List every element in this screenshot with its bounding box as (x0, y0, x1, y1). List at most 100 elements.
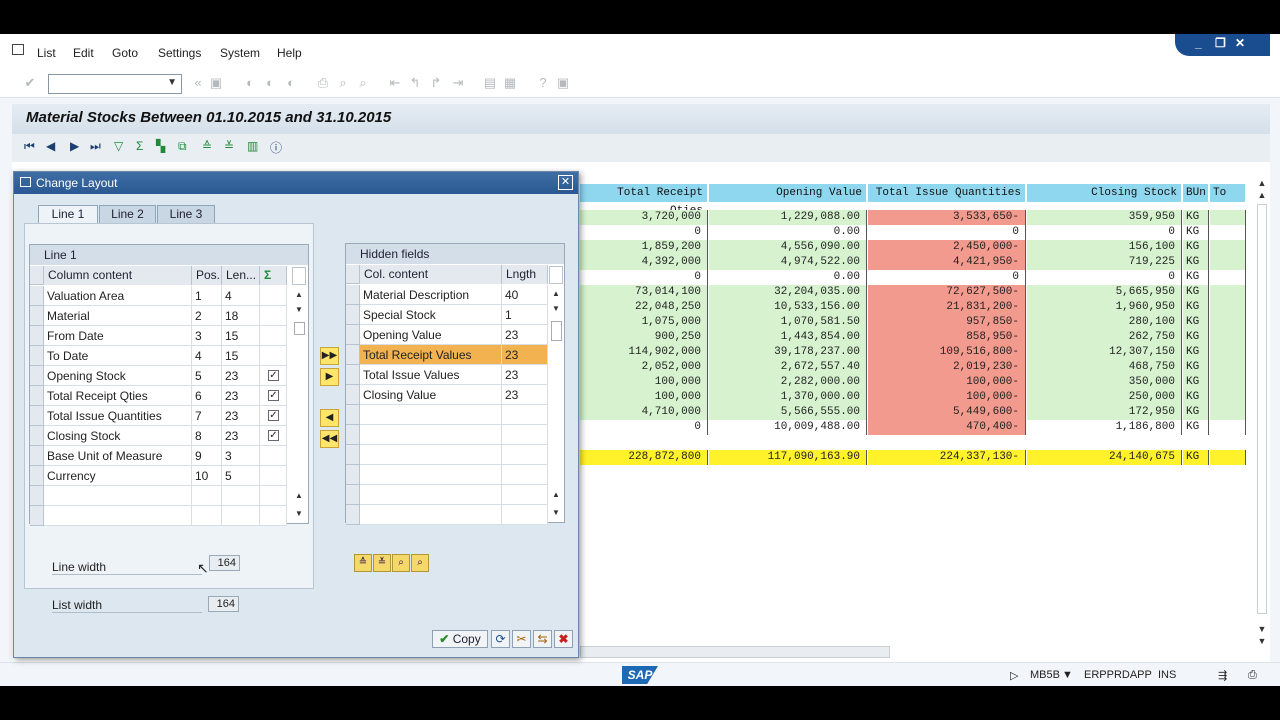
cell-len[interactable]: 15 (222, 326, 260, 346)
scrollbar-thumb[interactable] (1257, 204, 1267, 614)
report-cell-receipt[interactable]: 0 (580, 270, 708, 285)
report-cell-to[interactable] (1210, 315, 1246, 330)
report-cell-bun[interactable]: KG (1183, 360, 1209, 375)
tab-line-3[interactable]: Line 3 (157, 205, 215, 223)
filter-icon[interactable]: ▽ (114, 139, 123, 153)
sort-ascending-button[interactable]: ≙ (354, 554, 372, 572)
report-cell-closing[interactable]: 0 (1027, 225, 1182, 240)
report-cell-bun[interactable]: KG (1183, 240, 1209, 255)
report-cell-closing[interactable]: 350,000 (1027, 375, 1182, 390)
subtotal-icon[interactable]: ▚ (156, 139, 165, 153)
col-header-bun[interactable]: BUn (1183, 184, 1209, 202)
report-cell-receipt[interactable]: 900,250 (580, 330, 708, 345)
cell-pos[interactable]: 1 (192, 286, 222, 306)
hidden-cell-content[interactable]: Opening Value (360, 325, 502, 345)
find-icon[interactable]: ⌕ (335, 75, 351, 91)
col-header-receipt[interactable]: Total Receipt Qties (580, 184, 708, 217)
cancel-icon[interactable]: ◐ (283, 75, 299, 91)
hidden-cell-len[interactable] (502, 405, 548, 425)
refresh-button[interactable]: ⟳ (491, 630, 510, 648)
report-cell-receipt[interactable]: 2,052,000 (580, 360, 708, 375)
back-icon[interactable]: ◐ (242, 75, 258, 91)
scroll-down-icon[interactable]: ▼ (292, 305, 306, 314)
report-cell-receipt[interactable]: 4,392,000 (580, 255, 708, 270)
tab-line-2[interactable]: Line 2 (99, 205, 156, 223)
report-cell-issue[interactable]: 2,019,230- (868, 360, 1026, 375)
report-cell-opening[interactable]: 0.00 (709, 225, 867, 240)
report-total-to[interactable] (1210, 450, 1246, 465)
scroll-down-icon[interactable]: ▼ (1255, 636, 1269, 646)
report-cell-receipt[interactable]: 22,048,250 (580, 300, 708, 315)
move-left-button[interactable]: ◀ (320, 409, 339, 427)
sum-icon[interactable]: Σ (136, 139, 143, 153)
hidden-cell-len[interactable] (502, 465, 548, 485)
cell-pos[interactable] (192, 486, 222, 506)
hidden-cell-content[interactable] (360, 505, 502, 525)
sum-checkbox[interactable]: ✓ (268, 390, 279, 401)
report-cell-receipt[interactable]: 73,014,100 (580, 285, 708, 300)
report-cell-to[interactable] (1210, 210, 1246, 225)
row-selector[interactable] (30, 306, 44, 326)
menu-help[interactable]: Help (277, 46, 302, 60)
prev-page-icon[interactable]: ↰ (407, 75, 423, 91)
report-cell-issue[interactable]: 470,400- (868, 420, 1026, 435)
report-cell-to[interactable] (1210, 255, 1246, 270)
layout-icon[interactable]: ▣ (555, 75, 571, 91)
report-cell-receipt[interactable]: 114,902,000 (580, 345, 708, 360)
scrollbar-thumb[interactable] (551, 321, 562, 341)
cell-len[interactable]: 18 (222, 306, 260, 326)
status-mode[interactable]: INS (1158, 669, 1176, 681)
col-header-pos[interactable]: Pos. (192, 266, 222, 285)
scrollbar-thumb[interactable] (294, 322, 305, 335)
cell-content[interactable]: Base Unit of Measure (44, 446, 192, 466)
row-selector[interactable] (30, 326, 44, 346)
cell-len[interactable]: 15 (222, 346, 260, 366)
report-cell-issue[interactable]: 100,000- (868, 375, 1026, 390)
col-header-closing-stock[interactable]: Closing Stock (1027, 184, 1182, 202)
hidden-cell-content[interactable]: Material Description (360, 285, 502, 305)
row-selector[interactable] (346, 405, 360, 425)
row-selector[interactable] (346, 305, 360, 325)
menu-edit[interactable]: Edit (73, 46, 94, 60)
col-header-length[interactable]: Lngth (502, 265, 548, 284)
status-options-icon[interactable]: ⎙ (1248, 669, 1257, 682)
app-menu-icon[interactable] (12, 44, 24, 55)
report-cell-opening[interactable]: 32,204,035.00 (709, 285, 867, 300)
report-cell-opening[interactable]: 1,070,581.50 (709, 315, 867, 330)
report-total-bun[interactable]: KG (1183, 450, 1209, 465)
scroll-up-icon[interactable]: ▲ (1255, 178, 1269, 188)
col-header-opening-value[interactable]: Opening Value (709, 184, 867, 202)
cell-pos[interactable]: 8 (192, 426, 222, 446)
cell-len[interactable]: 23 (222, 386, 260, 406)
menu-system[interactable]: System (220, 46, 260, 60)
report-cell-bun[interactable]: KG (1183, 285, 1209, 300)
cell-content[interactable]: From Date (44, 326, 192, 346)
report-cell-closing[interactable]: 1,960,950 (1027, 300, 1182, 315)
cell-pos[interactable]: 3 (192, 326, 222, 346)
row-selector[interactable] (30, 406, 44, 426)
report-cell-to[interactable] (1210, 240, 1246, 255)
report-cell-bun[interactable]: KG (1183, 345, 1209, 360)
report-cell-opening[interactable]: 10,533,156.00 (709, 300, 867, 315)
cell-content[interactable] (44, 486, 192, 506)
report-cell-opening[interactable]: 1,229,088.00 (709, 210, 867, 225)
report-cell-to[interactable] (1210, 390, 1246, 405)
report-cell-closing[interactable]: 250,000 (1027, 390, 1182, 405)
close-icon[interactable]: ✕ (558, 175, 573, 190)
cell-content[interactable]: Currency (44, 466, 192, 486)
cell-len[interactable]: 23 (222, 406, 260, 426)
cell-len[interactable]: 23 (222, 426, 260, 446)
last-page-icon[interactable]: ⇥ (450, 75, 466, 91)
hidden-cell-len[interactable]: 40 (502, 285, 548, 305)
hidden-cell-len[interactable] (502, 485, 548, 505)
col-header-len[interactable]: Len... (222, 266, 260, 285)
report-cell-receipt[interactable]: 4,710,000 (580, 405, 708, 420)
report-cell-to[interactable] (1210, 345, 1246, 360)
report-cell-opening[interactable]: 39,178,237.00 (709, 345, 867, 360)
row-selector[interactable] (30, 286, 44, 306)
report-cell-issue[interactable]: 5,449,600- (868, 405, 1026, 420)
row-selector[interactable] (346, 385, 360, 405)
scroll-down-icon[interactable]: ▼ (549, 508, 563, 517)
hidden-cell-content[interactable]: Total Issue Values (360, 365, 502, 385)
cell-pos[interactable]: 4 (192, 346, 222, 366)
